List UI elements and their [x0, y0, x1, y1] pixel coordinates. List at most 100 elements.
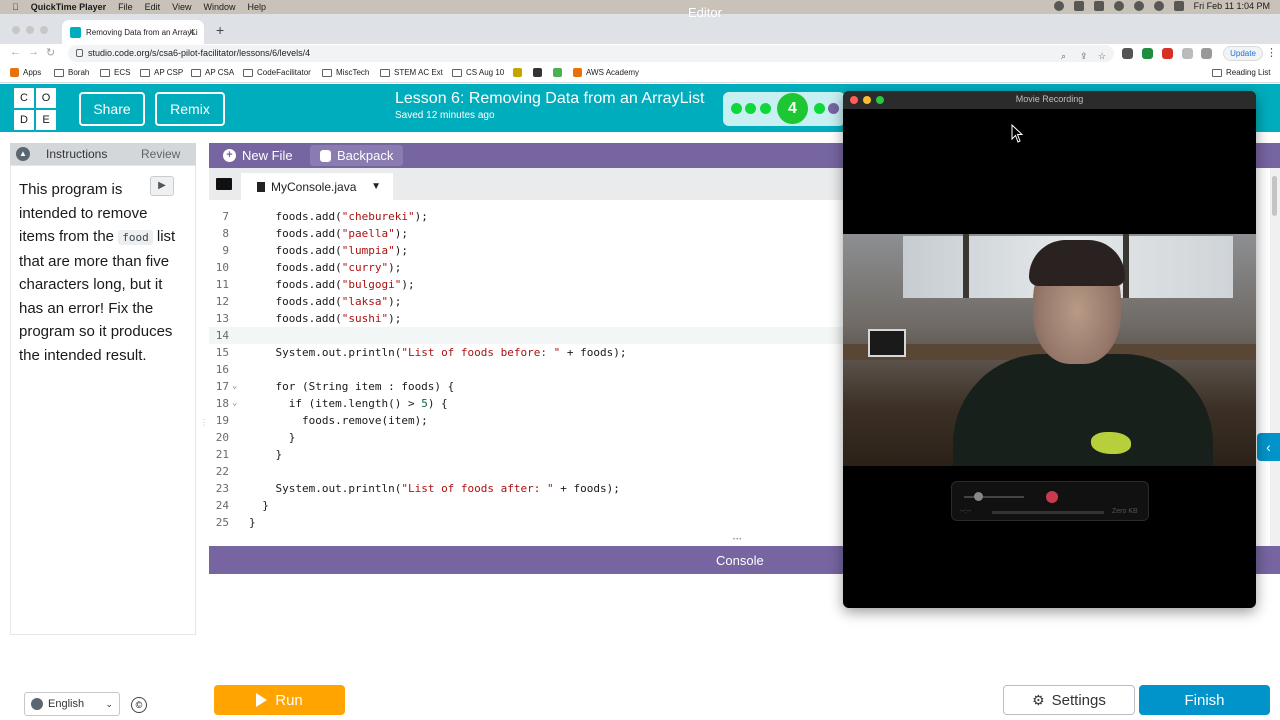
- level-dot-1[interactable]: [731, 103, 742, 114]
- caret-down-icon[interactable]: ▼: [371, 181, 381, 192]
- settings-button[interactable]: ⚙ Settings: [1003, 685, 1135, 715]
- new-tab-icon[interactable]: +: [216, 22, 224, 38]
- share-button[interactable]: Share: [79, 92, 145, 126]
- control-center-icon[interactable]: [1173, 1, 1184, 11]
- menu-app-name[interactable]: QuickTime Player: [31, 2, 106, 12]
- level-dot-2[interactable]: [745, 103, 756, 114]
- codeorg-logo[interactable]: C O D E: [14, 88, 56, 130]
- code-line[interactable]: 24 }: [209, 497, 849, 514]
- address-bar[interactable]: studio.code.org/s/csa6-pilot-facilitator…: [68, 45, 1114, 62]
- bookmark-ap-csp[interactable]: AP CSP: [140, 68, 183, 77]
- level-dot-3[interactable]: [760, 103, 771, 114]
- menu-help[interactable]: Help: [248, 2, 267, 12]
- code-line[interactable]: 13 foods.add("sushi");: [209, 310, 849, 327]
- green-extension-icon[interactable]: [1142, 48, 1153, 59]
- mute-extension-icon[interactable]: [1122, 48, 1133, 59]
- chrome-update-button[interactable]: Update: [1223, 46, 1263, 61]
- window-minimize-button[interactable]: [26, 26, 34, 34]
- remix-button[interactable]: Remix: [155, 92, 225, 126]
- bookmark-grid-icon[interactable]: [533, 68, 542, 77]
- bookmark-cs-aug-10[interactable]: CS Aug 10: [452, 68, 504, 77]
- bookmark-classroom-icon[interactable]: [553, 68, 562, 77]
- bookmark-codefacilitator[interactable]: CodeFacilitator: [243, 68, 311, 77]
- run-button[interactable]: Run: [214, 685, 345, 715]
- search-icon[interactable]: [1153, 1, 1164, 11]
- copyright-button[interactable]: ©: [131, 697, 147, 713]
- code-line[interactable]: 8 foods.add("paella");: [209, 225, 849, 242]
- panel-resize-handle[interactable]: ⋮: [200, 418, 208, 434]
- reload-icon[interactable]: ↻: [46, 46, 55, 59]
- red-extension-icon[interactable]: [1162, 48, 1173, 59]
- menu-view[interactable]: View: [172, 2, 191, 12]
- code-line[interactable]: 15 System.out.println("List of foods bef…: [209, 344, 849, 361]
- code-line[interactable]: 17 ⌄ for (String item : foods) {: [209, 378, 849, 395]
- browser-menu-icon[interactable]: ⋮: [1266, 46, 1277, 59]
- menu-window[interactable]: Window: [204, 2, 236, 12]
- code-editor[interactable]: 7 foods.add("chebureki"); 8 foods.add("pa…: [209, 200, 849, 535]
- code-line[interactable]: 20 }: [209, 429, 849, 446]
- level-dot-5[interactable]: [814, 103, 825, 114]
- window-zoom-button[interactable]: [40, 26, 48, 34]
- menu-edit[interactable]: Edit: [145, 2, 161, 12]
- quicktime-titlebar[interactable]: Movie Recording: [843, 91, 1256, 109]
- reading-list[interactable]: Reading List: [1212, 68, 1270, 77]
- screen-mirror-icon[interactable]: [1073, 1, 1084, 11]
- bookmark-stem-ac-ext[interactable]: STEM AC Ext: [380, 68, 443, 77]
- volume-knob[interactable]: [974, 492, 983, 501]
- code-line[interactable]: 12 foods.add("laksa");: [209, 293, 849, 310]
- tab-instructions[interactable]: Instructions: [46, 147, 107, 161]
- text-to-speech-icon[interactable]: ▶: [150, 176, 174, 196]
- editor-console-splitter[interactable]: •••: [733, 537, 749, 543]
- language-select[interactable]: English ⌄: [24, 692, 120, 716]
- bookmark-aws-academy[interactable]: AWS Academy: [573, 68, 639, 77]
- code-line[interactable]: 14: [209, 327, 849, 344]
- fold-chevron-icon[interactable]: ⌄: [232, 378, 237, 395]
- bookmark-misctech[interactable]: MiscTech: [322, 68, 369, 77]
- file-tab-myconsole[interactable]: MyConsole.java ▼: [241, 173, 393, 200]
- bookmark-borah[interactable]: Borah: [54, 68, 89, 77]
- code-line[interactable]: 11 foods.add("bulgogi");: [209, 276, 849, 293]
- code-line[interactable]: 9 foods.add("lumpia");: [209, 242, 849, 259]
- collapse-chevron-icon[interactable]: ▲: [16, 147, 30, 161]
- code-line[interactable]: 10 foods.add("curry");: [209, 259, 849, 276]
- tab-review[interactable]: Review: [141, 147, 180, 161]
- menubar-clock[interactable]: Fri Feb 11 1:04 PM: [1194, 1, 1270, 11]
- record-button[interactable]: [1046, 491, 1058, 503]
- code-line[interactable]: 19 foods.remove(item);: [209, 412, 849, 429]
- folder-icon[interactable]: [1093, 1, 1104, 11]
- code-line[interactable]: 21 }: [209, 446, 849, 463]
- apple-icon[interactable]: : [12, 2, 19, 12]
- code-line[interactable]: 22: [209, 463, 849, 480]
- scrollbar-thumb[interactable]: [1272, 176, 1277, 216]
- menu-file[interactable]: File: [118, 2, 133, 12]
- chevron-left-icon[interactable]: ‹: [1257, 433, 1280, 461]
- record-status-icon[interactable]: [1053, 1, 1064, 11]
- back-arrow-icon[interactable]: ←: [10, 46, 21, 58]
- page-scrollbar[interactable]: [1270, 168, 1280, 546]
- finish-button[interactable]: Finish: [1139, 685, 1270, 715]
- puzzle-extensions-icon[interactable]: [1182, 48, 1193, 59]
- code-line[interactable]: 18 ⌄ if (item.length() > 5) {: [209, 395, 849, 412]
- folder-icon[interactable]: [216, 178, 232, 190]
- window-close-button[interactable]: [12, 26, 20, 34]
- browser-tab-active[interactable]: Removing Data from an ArrayLi ✕: [62, 20, 204, 44]
- bookmark-ecs[interactable]: ECS: [100, 68, 130, 77]
- close-tab-icon[interactable]: ✕: [188, 27, 196, 38]
- play-icon[interactable]: [1113, 1, 1124, 11]
- level-dot-6[interactable]: [828, 103, 839, 114]
- lock-icon[interactable]: [76, 49, 83, 57]
- code-line[interactable]: 16: [209, 361, 849, 378]
- bookmark-apps[interactable]: Apps: [10, 68, 41, 77]
- wifi-icon[interactable]: [1133, 1, 1144, 11]
- forward-arrow-icon[interactable]: →: [28, 46, 39, 58]
- bookmark-yellow-icon[interactable]: [513, 68, 522, 77]
- code-line[interactable]: 7 foods.add("chebureki");: [209, 208, 849, 225]
- bookmark-ap-csa[interactable]: AP CSA: [191, 68, 234, 77]
- volume-slider[interactable]: [964, 496, 1024, 498]
- backpack-button[interactable]: Backpack: [310, 145, 404, 166]
- fold-chevron-icon[interactable]: ⌄: [232, 395, 237, 412]
- current-level-bubble[interactable]: 4: [777, 93, 808, 124]
- code-line[interactable]: 23 System.out.println("List of foods aft…: [209, 480, 849, 497]
- profile-avatar-icon[interactable]: [1201, 48, 1212, 59]
- new-file-button[interactable]: + New File: [213, 143, 303, 168]
